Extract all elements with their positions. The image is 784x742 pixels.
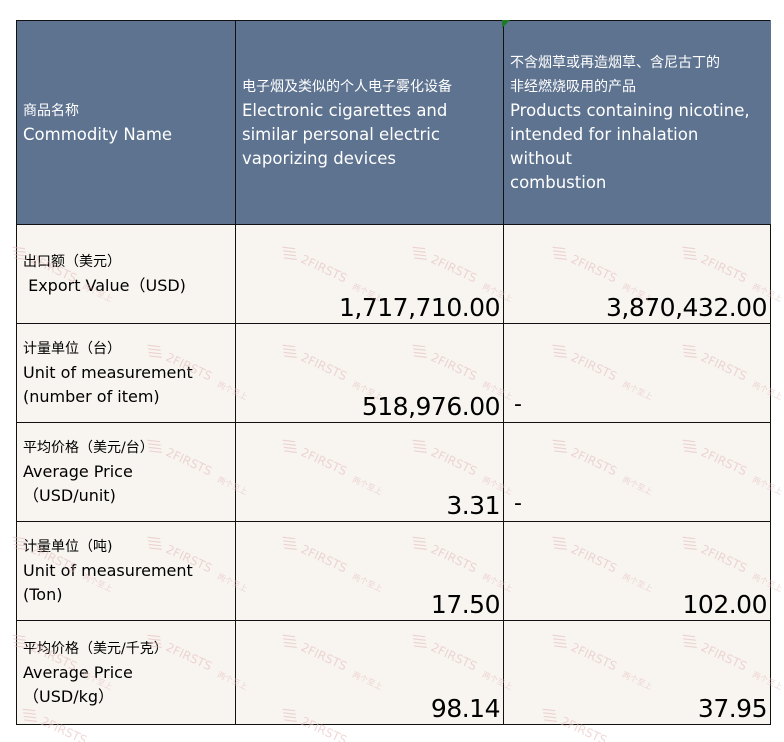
table-row-avg-price-kg: 平均价格（美元/千克） Average Price （USD/kg） 98.14… (16, 620, 771, 725)
table-header-row: 商品名称 Commodity Name 电子烟及类似的个人电子雾化设备 Elec… (16, 20, 771, 225)
header-e-cig-en-line3: vaporizing devices (242, 148, 397, 168)
cell-e-cig-export-value: 1,717,710.00 (235, 224, 504, 324)
value-number: 3,870,432.00 (606, 293, 768, 322)
value-empty-dash: - (514, 392, 522, 417)
cell-e-cig-unit-items: 518,976.00 (235, 323, 504, 423)
row-label-en-line2: （USD/kg） (23, 686, 115, 706)
value-empty-dash: - (514, 491, 522, 516)
header-e-cigarettes: 电子烟及类似的个人电子雾化设备 Electronic cigarettes an… (235, 20, 504, 225)
table-row-unit-items: 计量单位（台） Unit of measurement (number of i… (16, 323, 771, 423)
row-label-en-line2: （USD/unit) (23, 486, 116, 505)
cell-nicotine-unit-ton: 102.00 (503, 521, 771, 621)
value-number: 17.50 (430, 590, 501, 619)
export-stats-table: 商品名称 Commodity Name 电子烟及类似的个人电子雾化设备 Elec… (16, 20, 771, 725)
row-label-zh: 计量单位（台） (23, 341, 121, 357)
row-label-unit-items: 计量单位（台） Unit of measurement (number of i… (16, 323, 236, 423)
row-label-en-line2: (Ton) (23, 585, 63, 604)
row-label-export-value: 出口额（美元） Export Value（USD) (16, 224, 236, 324)
header-commodity-name: 商品名称 Commodity Name (16, 20, 236, 225)
value-number: 37.95 (697, 694, 768, 723)
header-nicotine-zh-line1: 不含烟草或再造烟草、含尼古丁的 (510, 54, 720, 71)
cell-e-cig-avg-price-kg: 98.14 (235, 620, 504, 725)
header-e-cig-zh: 电子烟及类似的个人电子雾化设备 (242, 78, 452, 95)
row-label-zh: 出口额（美元） (23, 254, 121, 270)
row-label-zh: 平均价格（美元/千克） (23, 640, 168, 657)
value-number: 102.00 (682, 590, 768, 619)
row-label-zh: 计量单位（吨) (23, 539, 113, 555)
header-nicotine-en-line1: Products containing nicotine, (510, 100, 750, 120)
header-commodity-zh: 商品名称 (23, 102, 79, 119)
export-stats-page: 商品名称 Commodity Name 电子烟及类似的个人电子雾化设备 Elec… (0, 0, 784, 742)
header-nicotine-zh-line2: 非经燃烧吸用的产品 (510, 78, 636, 95)
row-label-zh: 平均价格（美元/台） (23, 440, 154, 456)
table-row-export-value: 出口额（美元） Export Value（USD) 1,717,710.00 3… (16, 224, 771, 324)
value-number: 98.14 (430, 694, 501, 723)
row-label-en: Export Value（USD) (23, 276, 186, 295)
value-number: 518,976.00 (361, 392, 501, 421)
header-nicotine-en-line2: intended for inhalation without (510, 124, 699, 168)
value-number: 3.31 (446, 491, 500, 520)
cell-nicotine-avg-price-kg: 37.95 (503, 620, 771, 725)
row-label-en-line1: Average Price (23, 662, 133, 682)
row-label-en-line2: (number of item) (23, 387, 160, 406)
table-row-avg-price-unit: 平均价格（美元/台） Average Price （USD/unit) 3.31… (16, 422, 771, 522)
cell-e-cig-avg-price-unit: 3.31 (235, 422, 504, 522)
table-row-unit-ton: 计量单位（吨) Unit of measurement (Ton) 17.50 … (16, 521, 771, 621)
row-label-avg-price-unit: 平均价格（美元/台） Average Price （USD/unit) (16, 422, 236, 522)
header-nicotine-en-line3: combustion (510, 172, 607, 192)
corner-triangle-icon (502, 20, 510, 28)
row-label-en-line1: Unit of measurement (23, 561, 193, 580)
header-e-cig-en-line1: Electronic cigarettes and (242, 100, 448, 120)
header-commodity-en: Commodity Name (23, 124, 173, 144)
header-nicotine-products: 不含烟草或再造烟草、含尼古丁的 非经燃烧吸用的产品 Products conta… (503, 20, 771, 225)
row-label-en-line1: Average Price (23, 462, 133, 481)
header-e-cig-en-line2: similar personal electric (242, 124, 440, 144)
row-label-unit-ton: 计量单位（吨) Unit of measurement (Ton) (16, 521, 236, 621)
cell-nicotine-avg-price-unit: - (503, 422, 771, 522)
row-label-avg-price-kg: 平均价格（美元/千克） Average Price （USD/kg） (16, 620, 236, 725)
cell-e-cig-unit-ton: 17.50 (235, 521, 504, 621)
cell-nicotine-export-value: 3,870,432.00 (503, 224, 771, 324)
cell-nicotine-unit-items: - (503, 323, 771, 423)
row-label-en-line1: Unit of measurement (23, 363, 193, 382)
value-number: 1,717,710.00 (339, 293, 501, 322)
